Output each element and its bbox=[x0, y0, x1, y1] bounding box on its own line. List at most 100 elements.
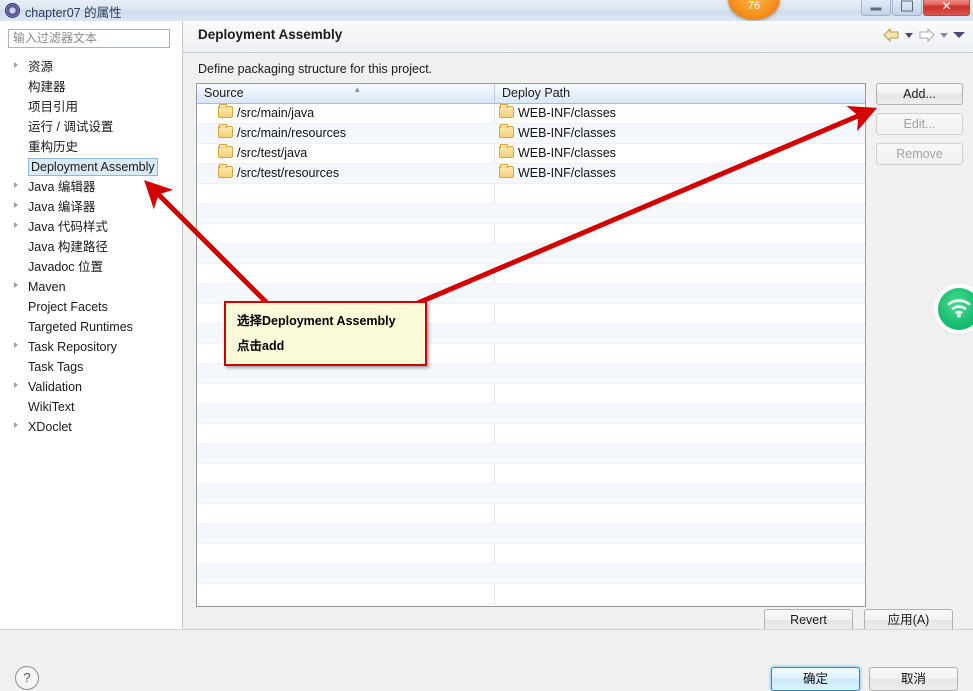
back-history-chevron-down-icon[interactable] bbox=[905, 32, 913, 38]
sidebar-item-1[interactable]: 构建器 bbox=[0, 77, 182, 97]
settings-tree: 资源构建器项目引用运行 / 调试设置重构历史 Deployment Assembl… bbox=[0, 57, 182, 437]
sidebar-item-label: 项目引用 bbox=[28, 100, 79, 114]
expand-triangle-icon[interactable] bbox=[14, 62, 18, 68]
forward-history-chevron-down-icon[interactable] bbox=[940, 32, 948, 38]
revert-button[interactable]: Revert bbox=[764, 609, 853, 631]
table-row-empty[interactable] bbox=[197, 264, 865, 284]
folder-icon bbox=[218, 124, 233, 138]
table-row-empty[interactable] bbox=[197, 224, 865, 244]
sidebar-item-10[interactable]: Javadoc 位置 bbox=[0, 257, 182, 277]
cell-source: /src/test/java bbox=[218, 144, 307, 163]
expand-triangle-icon[interactable] bbox=[14, 422, 18, 428]
sidebar-item-label: Targeted Runtimes bbox=[28, 320, 133, 334]
table-row[interactable]: /src/main/resources WEB-INF/classes bbox=[197, 124, 865, 144]
sidebar-item-9[interactable]: Java 构建路径 bbox=[0, 237, 182, 257]
table-row-empty[interactable] bbox=[197, 404, 865, 424]
table-row-empty[interactable] bbox=[197, 424, 865, 444]
window-controls: ✕ bbox=[861, 0, 970, 16]
expand-triangle-icon[interactable] bbox=[14, 222, 18, 228]
sidebar-item-label: Deployment Assembly bbox=[28, 158, 158, 176]
table-row-empty[interactable] bbox=[197, 524, 865, 544]
sidebar-item-label: WikiText bbox=[28, 400, 75, 414]
sidebar-item-0[interactable]: 资源 bbox=[0, 57, 182, 77]
wifi-signal-icon[interactable] bbox=[938, 288, 973, 330]
sidebar-item-11[interactable]: Maven bbox=[0, 277, 182, 297]
sidebar-item-5[interactable]: Deployment Assembly bbox=[0, 157, 182, 177]
table-row-empty[interactable] bbox=[197, 444, 865, 464]
sidebar-item-label: 运行 / 调试设置 bbox=[28, 120, 114, 134]
close-button[interactable]: ✕ bbox=[923, 0, 970, 16]
table-row[interactable]: /src/test/resources WEB-INF/classes bbox=[197, 164, 865, 184]
ok-button[interactable]: 确定 bbox=[771, 667, 860, 691]
table-row-empty[interactable] bbox=[197, 184, 865, 204]
eclipse-properties-icon bbox=[5, 3, 20, 18]
cell-deploy-path-label: WEB-INF/classes bbox=[518, 166, 616, 180]
folder-icon bbox=[218, 164, 233, 178]
sidebar-item-8[interactable]: Java 代码样式 bbox=[0, 217, 182, 237]
sidebar-item-label: Validation bbox=[28, 380, 82, 394]
sidebar-item-17[interactable]: WikiText bbox=[0, 397, 182, 417]
assembly-action-buttons: Add... Edit... Remove bbox=[876, 83, 966, 173]
column-header-source[interactable]: Source ▴ bbox=[197, 84, 495, 104]
sidebar-item-label: Maven bbox=[28, 280, 66, 294]
table-row-empty[interactable] bbox=[197, 364, 865, 384]
column-header-deploy-path[interactable]: Deploy Path bbox=[495, 84, 866, 104]
table-row-empty[interactable] bbox=[197, 504, 865, 524]
sidebar-item-7[interactable]: Java 编译器 bbox=[0, 197, 182, 217]
sidebar-item-16[interactable]: Validation bbox=[0, 377, 182, 397]
sidebar-item-12[interactable]: Project Facets bbox=[0, 297, 182, 317]
expand-triangle-icon[interactable] bbox=[14, 282, 18, 288]
table-row-empty[interactable] bbox=[197, 204, 865, 224]
maximize-button[interactable] bbox=[892, 0, 922, 16]
cell-source: /src/test/resources bbox=[218, 164, 339, 183]
window-titlebar: chapter07 的属性 ✕ bbox=[0, 0, 973, 22]
table-row-empty[interactable] bbox=[197, 384, 865, 404]
expand-triangle-icon[interactable] bbox=[14, 202, 18, 208]
folder-icon bbox=[499, 124, 514, 138]
cell-source-label: /src/test/resources bbox=[237, 166, 340, 180]
sidebar-item-13[interactable]: Targeted Runtimes bbox=[0, 317, 182, 337]
table-row[interactable]: /src/main/java WEB-INF/classes bbox=[197, 104, 865, 124]
table-row-empty[interactable] bbox=[197, 584, 865, 604]
forward-arrow-icon[interactable] bbox=[918, 27, 935, 43]
question-mark-icon[interactable]: ? bbox=[15, 666, 39, 690]
table-row-empty[interactable] bbox=[197, 564, 865, 584]
dialog-footer: ? 确定 取消 bbox=[0, 630, 973, 691]
cell-source: /src/main/resources bbox=[218, 124, 346, 143]
settings-sidebar: 输入过滤器文本 资源构建器项目引用运行 / 调试设置重构历史 Deployment… bbox=[0, 21, 183, 629]
table-row[interactable]: /src/test/java WEB-INF/classes bbox=[197, 144, 865, 164]
minimize-button[interactable] bbox=[861, 0, 891, 16]
add-button[interactable]: Add... bbox=[876, 83, 963, 105]
sidebar-item-4[interactable]: 重构历史 bbox=[0, 137, 182, 157]
sidebar-item-2[interactable]: 项目引用 bbox=[0, 97, 182, 117]
sidebar-item-6[interactable]: Java 编辑器 bbox=[0, 177, 182, 197]
sidebar-item-14[interactable]: Task Repository bbox=[0, 337, 182, 357]
page-title: Deployment Assembly bbox=[198, 27, 343, 42]
page-menu-chevron-down-icon[interactable] bbox=[953, 32, 965, 38]
sidebar-item-label: 资源 bbox=[28, 60, 54, 74]
sidebar-item-3[interactable]: 运行 / 调试设置 bbox=[0, 117, 182, 137]
cell-source: /src/main/java bbox=[218, 104, 314, 123]
expand-triangle-icon[interactable] bbox=[14, 182, 18, 188]
folder-icon bbox=[499, 104, 514, 118]
table-row-empty[interactable] bbox=[197, 464, 865, 484]
page-description: Define packaging structure for this proj… bbox=[198, 62, 433, 76]
expand-triangle-icon[interactable] bbox=[14, 382, 18, 388]
sidebar-item-18[interactable]: XDoclet bbox=[0, 417, 182, 437]
cancel-button[interactable]: 取消 bbox=[869, 667, 958, 691]
apply-button[interactable]: 应用(A) bbox=[864, 609, 953, 631]
cell-deploy-path: WEB-INF/classes bbox=[495, 104, 616, 123]
table-row-empty[interactable] bbox=[197, 484, 865, 504]
table-row-empty[interactable] bbox=[197, 544, 865, 564]
table-row-empty[interactable] bbox=[197, 244, 865, 264]
folder-icon bbox=[499, 164, 514, 178]
sidebar-item-15[interactable]: Task Tags bbox=[0, 357, 182, 377]
filter-input[interactable]: 输入过滤器文本 bbox=[8, 29, 170, 48]
sidebar-item-label: Project Facets bbox=[28, 300, 108, 314]
back-arrow-icon[interactable] bbox=[883, 27, 900, 43]
apply-bar: Revert 应用(A) bbox=[183, 609, 973, 631]
sidebar-item-label: Task Tags bbox=[28, 360, 84, 374]
remove-button: Remove bbox=[876, 143, 963, 165]
cell-source-label: /src/main/resources bbox=[237, 126, 347, 140]
expand-triangle-icon[interactable] bbox=[14, 342, 18, 348]
